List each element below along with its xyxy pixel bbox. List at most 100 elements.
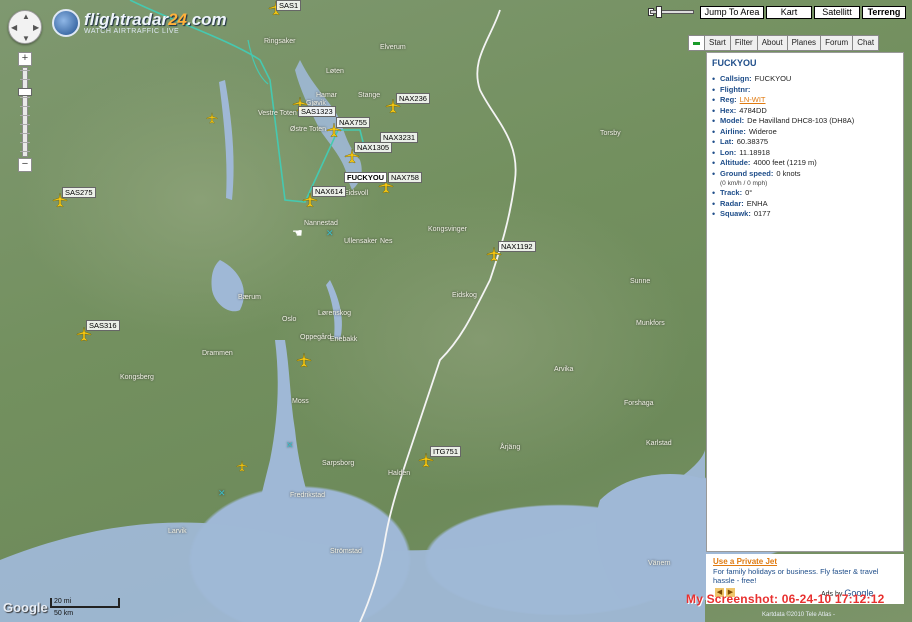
place-label: Ullensaker [344,238,378,245]
place-label: Oppegård [300,334,332,341]
info-row: • Lon: 11.18918 [712,148,900,159]
info-value: ENHA [746,198,768,208]
tab-filter[interactable]: Filter [729,35,758,51]
place-label: Elverum [380,44,406,51]
pan-right-icon[interactable]: ▶ [33,23,39,32]
logo-suffix: .com [186,10,227,29]
aircraft-label[interactable]: NAX755 [336,117,370,128]
info-row: • Model: De Havilland DHC8-103 (DH8A) [712,116,900,127]
plane-icon[interactable] [236,460,248,472]
aircraft-label[interactable]: NAX614 [312,186,346,197]
jump-to-area-button[interactable]: Jump To Area [700,6,764,19]
place-label: Ringsaker [264,38,296,45]
ad-title-link[interactable]: Use a Private Jet [713,557,777,566]
place-label: Nes [380,238,393,245]
map-type-terreng[interactable]: Terreng [862,6,906,19]
info-row: • Track: 0° [712,188,900,199]
map-type-satellitt[interactable]: Satellitt [814,6,860,19]
info-label: Squawk: [720,209,751,218]
globe-icon [52,9,80,37]
lake-vanern [596,474,706,600]
google-logo[interactable]: Google [3,600,48,615]
zoom-slider-ticks [20,70,30,154]
ad-text[interactable]: For family holidays or business. Fly fas… [713,567,893,585]
place-label: Moss [292,398,309,405]
pan-left-icon[interactable]: ◀ [11,23,17,32]
airport-icon[interactable]: ✕ [286,440,294,451]
tab-planes[interactable]: Planes [786,35,822,51]
plane-icon[interactable] [206,112,218,124]
screenshot-stamp: My Screenshot: 06-24-10 17:12:12 [686,592,885,606]
bullet-icon: • [712,158,716,168]
place-label: Lørenskog [318,310,352,317]
bullet-icon: • [712,147,716,158]
aircraft-label[interactable]: ITG751 [430,446,462,457]
info-row: • Flightnr: [712,85,900,96]
pan-control[interactable]: ▲ ▼ ◀ ▶ [8,10,42,44]
bullet-icon: • [712,198,716,209]
lake-tyrifjorden [211,260,244,312]
place-label: Drammen [202,350,233,357]
info-row: • Ground speed: 0 knots [712,169,900,180]
flightradar-logo[interactable]: flightradar24.com WATCH AIRTRAFFIC LIVE [52,8,227,38]
info-label: Reg: [720,95,737,104]
logo-wordmark: flightradar24.com [84,11,227,28]
info-row: • Squawk: 0177 [712,209,900,220]
flight-title: FUCKYOU [712,58,757,68]
tab-forum[interactable]: Forum [820,35,854,51]
tab-about[interactable]: About [756,35,788,51]
bullet-icon: • [712,126,716,137]
plane-icon[interactable] [296,352,312,368]
scale-miles: 20 mi [54,598,72,605]
info-value: 4784DD [739,105,767,115]
place-label: Vänern [648,560,671,567]
place-label: Sarpsborg [322,460,355,467]
aircraft-label[interactable]: NAX1305 [354,142,393,153]
airport-icon[interactable]: ✕ [326,228,334,239]
lake-randsfjorden [219,80,234,200]
info-value: 11.18918 [739,147,770,157]
pan-down-icon[interactable]: ▼ [22,34,30,43]
info-row: • Callsign: FUCKYOU [712,74,900,85]
aircraft-label-selected[interactable]: FUCKYOU [344,172,388,183]
minimize-icon[interactable] [688,35,705,51]
bullet-icon: • [712,168,716,179]
place-label: Bærum [238,294,261,301]
opacity-slider-knob[interactable] [656,6,662,18]
registration-link[interactable]: LN-WIT [740,95,766,106]
info-row: • Lat: 60.38375 [712,137,900,148]
info-row: • Hex: 4784DD [712,106,900,117]
tab-start[interactable]: Start [704,35,731,51]
place-label: Hamar [316,92,338,99]
place-label: Munkfors [636,320,665,327]
place-label: Oslo [282,316,297,323]
bullet-icon: • [712,188,716,198]
zoom-out-button[interactable]: − [18,158,32,172]
zoom-in-button[interactable]: + [18,52,32,66]
pan-up-icon[interactable]: ▲ [22,12,30,21]
aircraft-label[interactable]: SAS1323 [298,106,336,117]
aircraft-label[interactable]: NAX236 [396,93,430,104]
aircraft-label[interactable]: SAS275 [62,187,96,198]
airport-icon[interactable]: ✕ [218,488,226,499]
zoom-slider-knob[interactable] [18,88,32,96]
info-value: 0 knots [776,168,801,178]
aircraft-label[interactable]: NAX758 [388,172,422,183]
place-label: Nannestad [304,220,338,227]
info-value: De Havilland DHC8-103 (DH8A) [747,116,855,125]
info-label: Ground speed: [720,168,774,178]
scale-bar: 20 mi 50 km [50,598,126,618]
aircraft-label[interactable]: NAX1192 [498,241,536,252]
map-type-kart[interactable]: Kart [766,6,812,19]
place-label: Forshaga [624,400,654,407]
aircraft-label[interactable]: SAS1 [276,0,302,11]
logo-text: flightradar24.com WATCH AIRTRAFFIC LIVE [84,11,227,35]
info-value: Wideroe [748,126,777,136]
bullet-icon: • [712,74,716,84]
place-label: Eidskog [452,292,477,299]
place-label: Kongsvinger [428,226,467,233]
tab-chat[interactable]: Chat [852,35,880,51]
info-label: Altitude: [720,158,751,167]
bullet-icon: • [712,116,716,126]
aircraft-label[interactable]: SAS316 [86,320,120,331]
